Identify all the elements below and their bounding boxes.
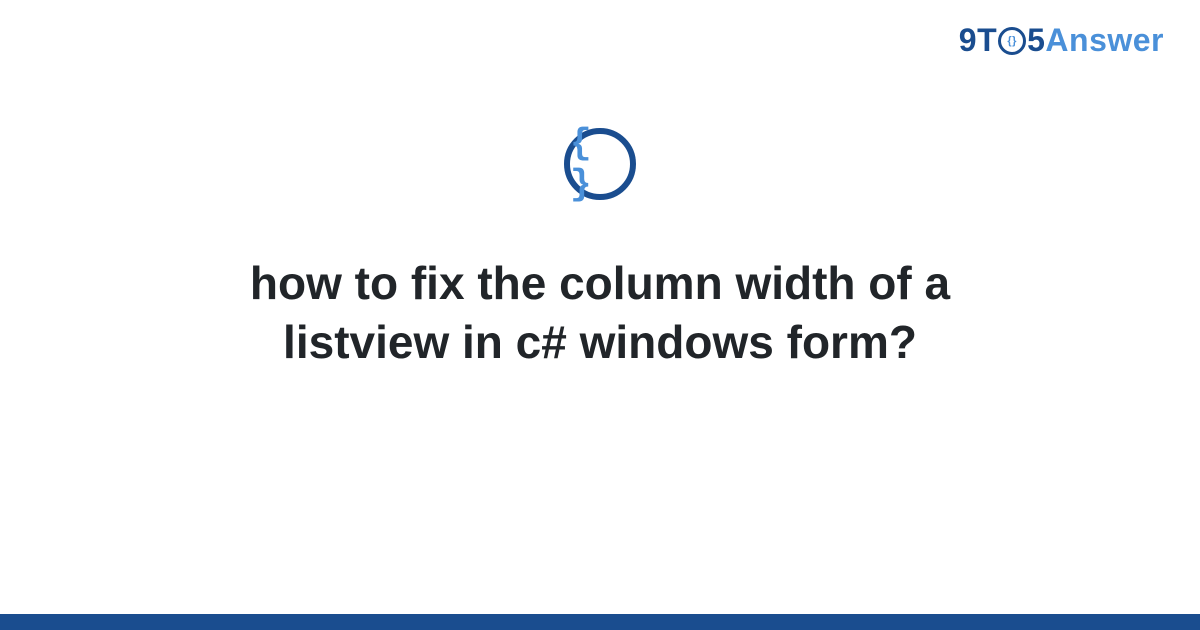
braces-glyph: { }: [570, 123, 630, 205]
main-content: { } how to fix the column width of a lis…: [0, 128, 1200, 372]
clock-icon: {}: [998, 27, 1026, 55]
logo-text-5: 5: [1027, 22, 1045, 58]
logo-text-9t: 9T: [959, 22, 997, 58]
question-title: how to fix the column width of a listvie…: [140, 254, 1060, 372]
site-logo[interactable]: 9T {} 5Answer: [959, 22, 1164, 59]
header: 9T {} 5Answer: [959, 22, 1164, 59]
clock-icon-inner: {}: [1007, 35, 1017, 47]
code-braces-icon: { }: [564, 128, 636, 200]
footer-accent-bar: [0, 614, 1200, 630]
logo-text-answer: Answer: [1045, 22, 1164, 58]
